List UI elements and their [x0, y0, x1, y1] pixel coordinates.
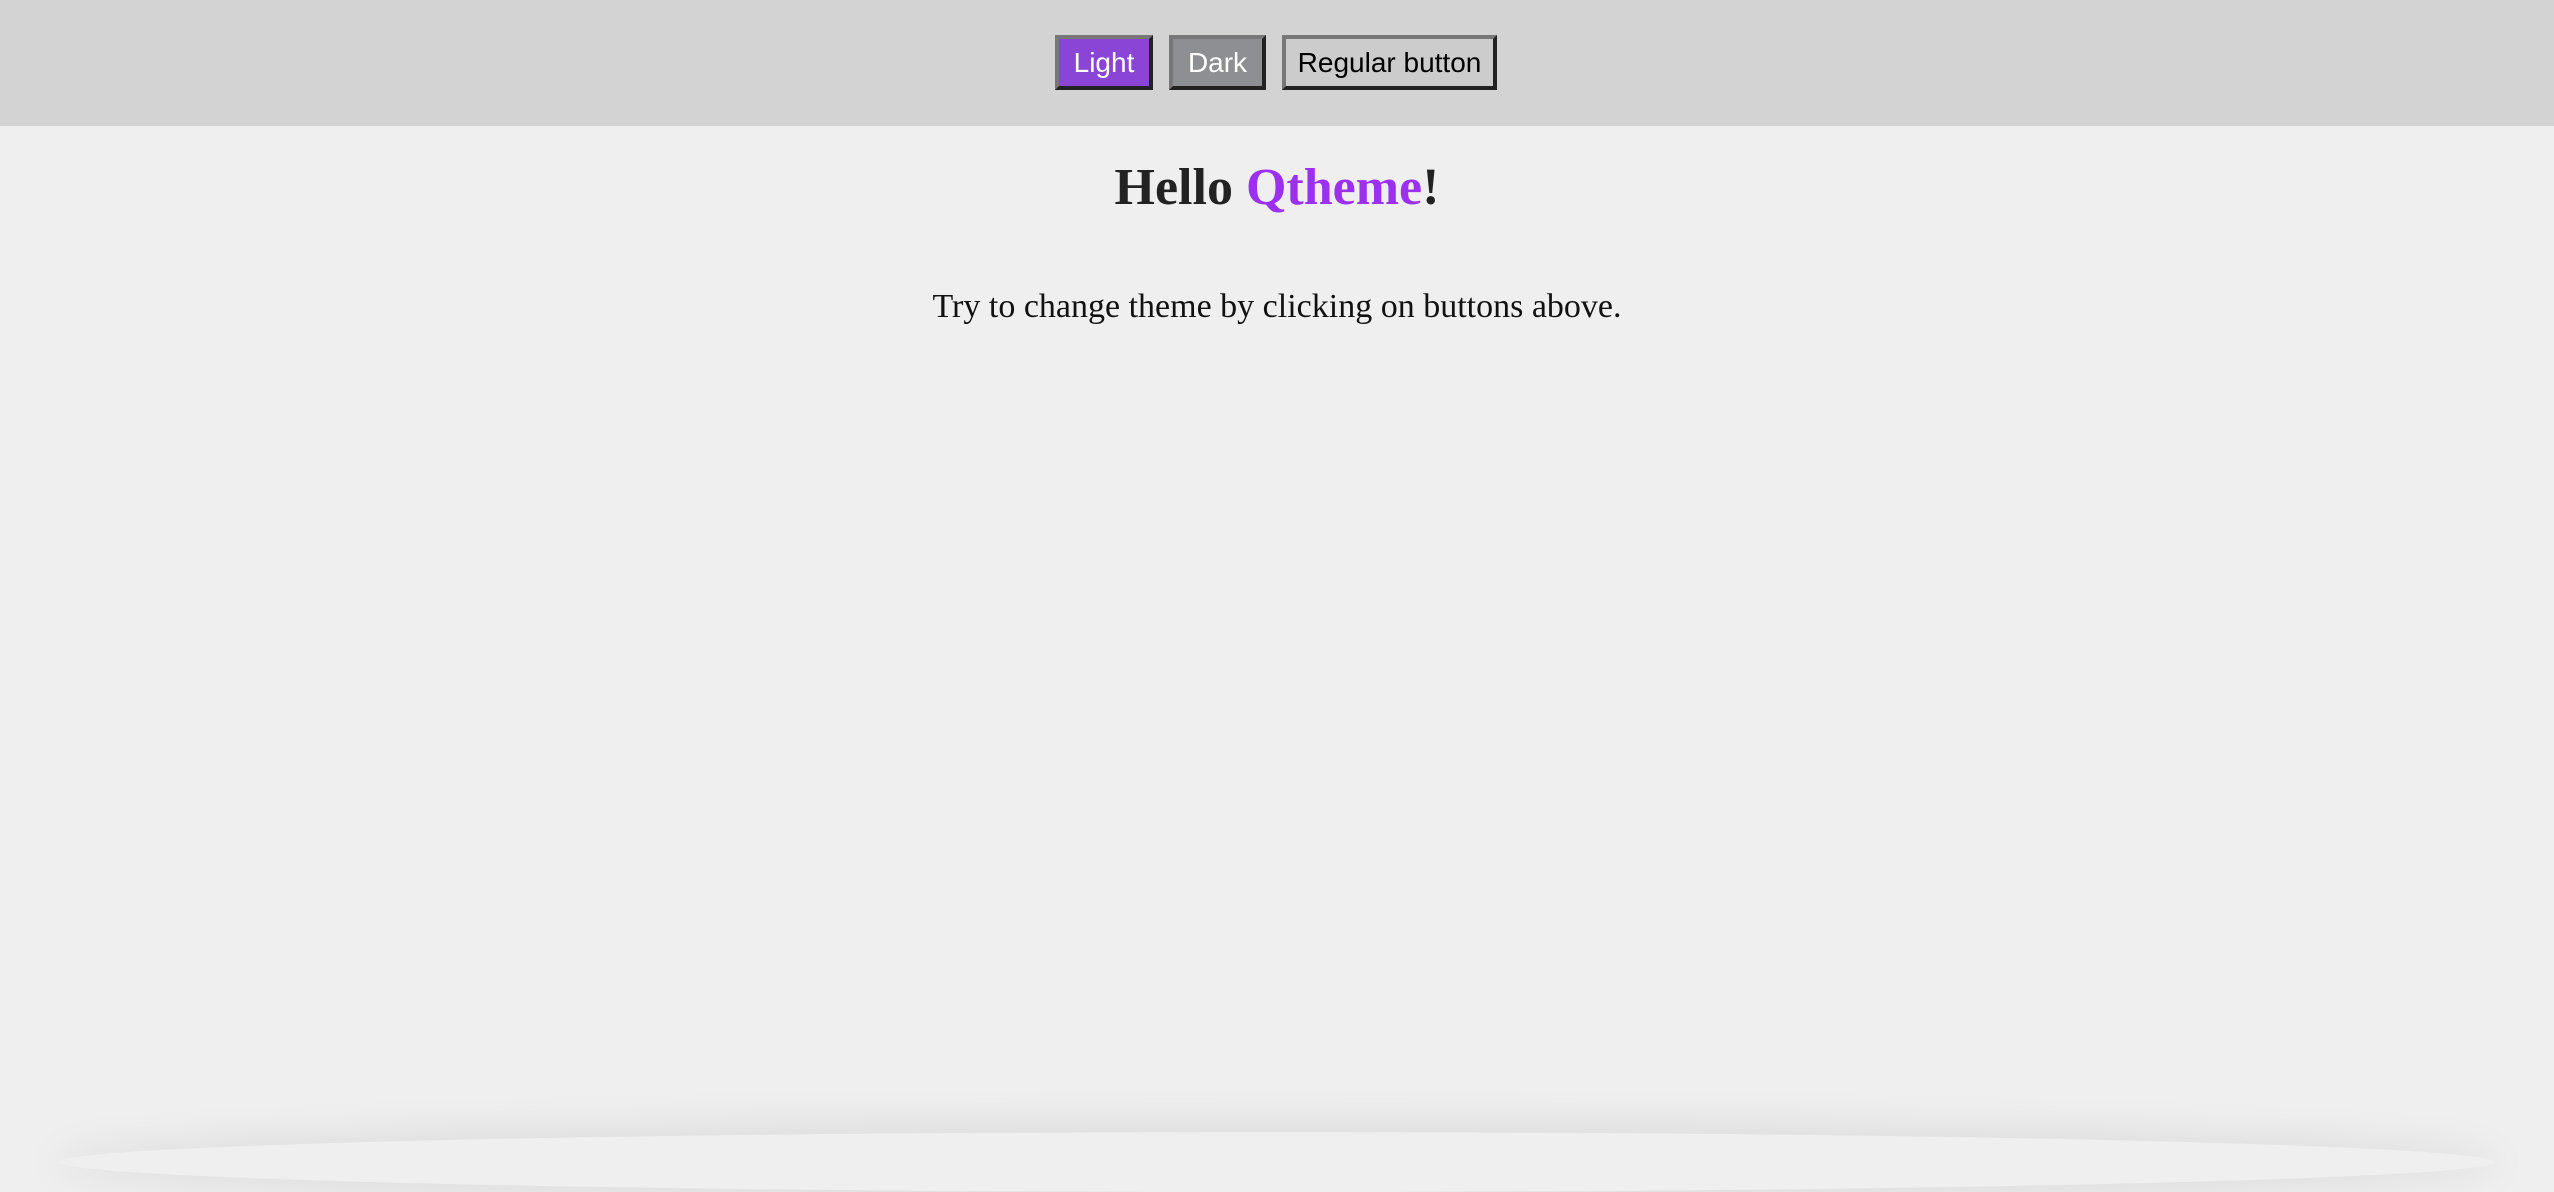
title-accent: Qtheme	[1245, 159, 1423, 216]
title-suffix: !	[1422, 159, 1440, 216]
description-text: Try to change theme by clicking on butto…	[932, 288, 1622, 325]
title-prefix: Hello	[1114, 159, 1246, 216]
page-title: Hello Qtheme!	[0, 158, 2554, 217]
window-bottom-shadow	[60, 1132, 2494, 1192]
light-theme-button[interactable]: Light	[1055, 35, 1153, 90]
dark-theme-button[interactable]: Dark	[1169, 35, 1266, 90]
theme-buttons: Light Dark Regular button	[1055, 35, 1497, 90]
toolbar: Light Dark Regular button	[0, 0, 2554, 126]
regular-button[interactable]: Regular button	[1282, 35, 1497, 90]
